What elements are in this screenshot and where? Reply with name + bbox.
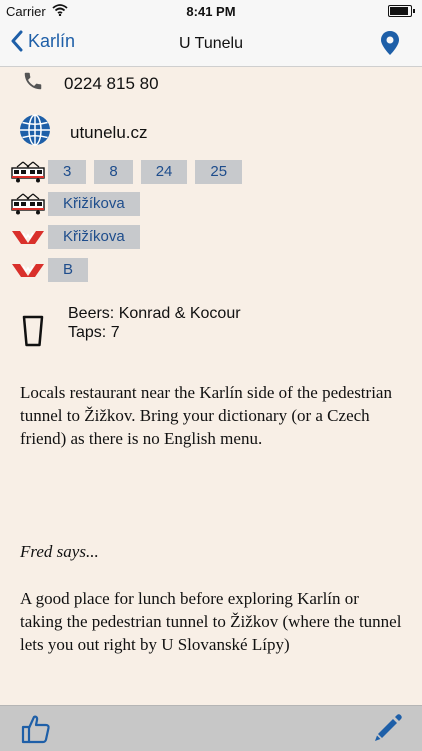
- phone-number[interactable]: 0224 815 80: [64, 74, 159, 94]
- map-pin-icon[interactable]: [380, 30, 400, 61]
- metro-icon: [12, 264, 44, 277]
- tram-icon: [11, 193, 45, 215]
- status-bar: Carrier 8:41 PM: [0, 0, 422, 22]
- bottom-toolbar: [0, 705, 422, 751]
- page-title: U Tunelu: [178, 35, 244, 52]
- thumbs-up-icon[interactable]: [20, 713, 52, 750]
- metro-line-chip[interactable]: B: [48, 258, 89, 282]
- tram-line-chip[interactable]: 25: [195, 160, 243, 184]
- phone-row[interactable]: 0224 815 80: [22, 70, 159, 97]
- tram-stop-row: Křižíkova: [10, 191, 148, 217]
- status-time: 8:41 PM: [186, 4, 236, 19]
- tram-line-chip[interactable]: 8: [94, 160, 133, 184]
- battery-icon: [388, 5, 415, 17]
- fred-says-text: A good place for lunch before exploring …: [20, 589, 402, 654]
- tram-line-chip[interactable]: 24: [140, 160, 188, 184]
- tram-line-chip[interactable]: 3: [48, 160, 87, 184]
- pencil-icon[interactable]: [372, 712, 404, 749]
- tram-icon: [11, 161, 45, 183]
- tram-stop-chip[interactable]: Křižíkova: [48, 192, 140, 216]
- website-row[interactable]: utunelu.cz: [18, 113, 148, 152]
- globe-icon: [18, 113, 52, 152]
- description-text: Locals restaurant near the Karlín side o…: [20, 383, 392, 448]
- metro-icon: [12, 231, 44, 244]
- taps-label: Taps: 7: [68, 324, 120, 341]
- beer-info: Beers: Konrad & Kocour Taps: 7: [22, 304, 241, 348]
- metro-line-row: B: [10, 257, 96, 283]
- metro-station-row: Křižíkova: [10, 224, 148, 250]
- beers-label: Beers: Konrad & Kocour: [68, 305, 241, 322]
- tram-lines-row: 3 8 24 25: [10, 159, 250, 185]
- website-link[interactable]: utunelu.cz: [70, 123, 148, 143]
- metro-station-chip[interactable]: Křižíkova: [48, 225, 140, 249]
- fred-says-label: Fred says...: [20, 542, 99, 561]
- navigation-bar: Karlín U Tunelu: [0, 22, 422, 67]
- glass-icon: [22, 315, 44, 347]
- phone-icon: [22, 70, 44, 97]
